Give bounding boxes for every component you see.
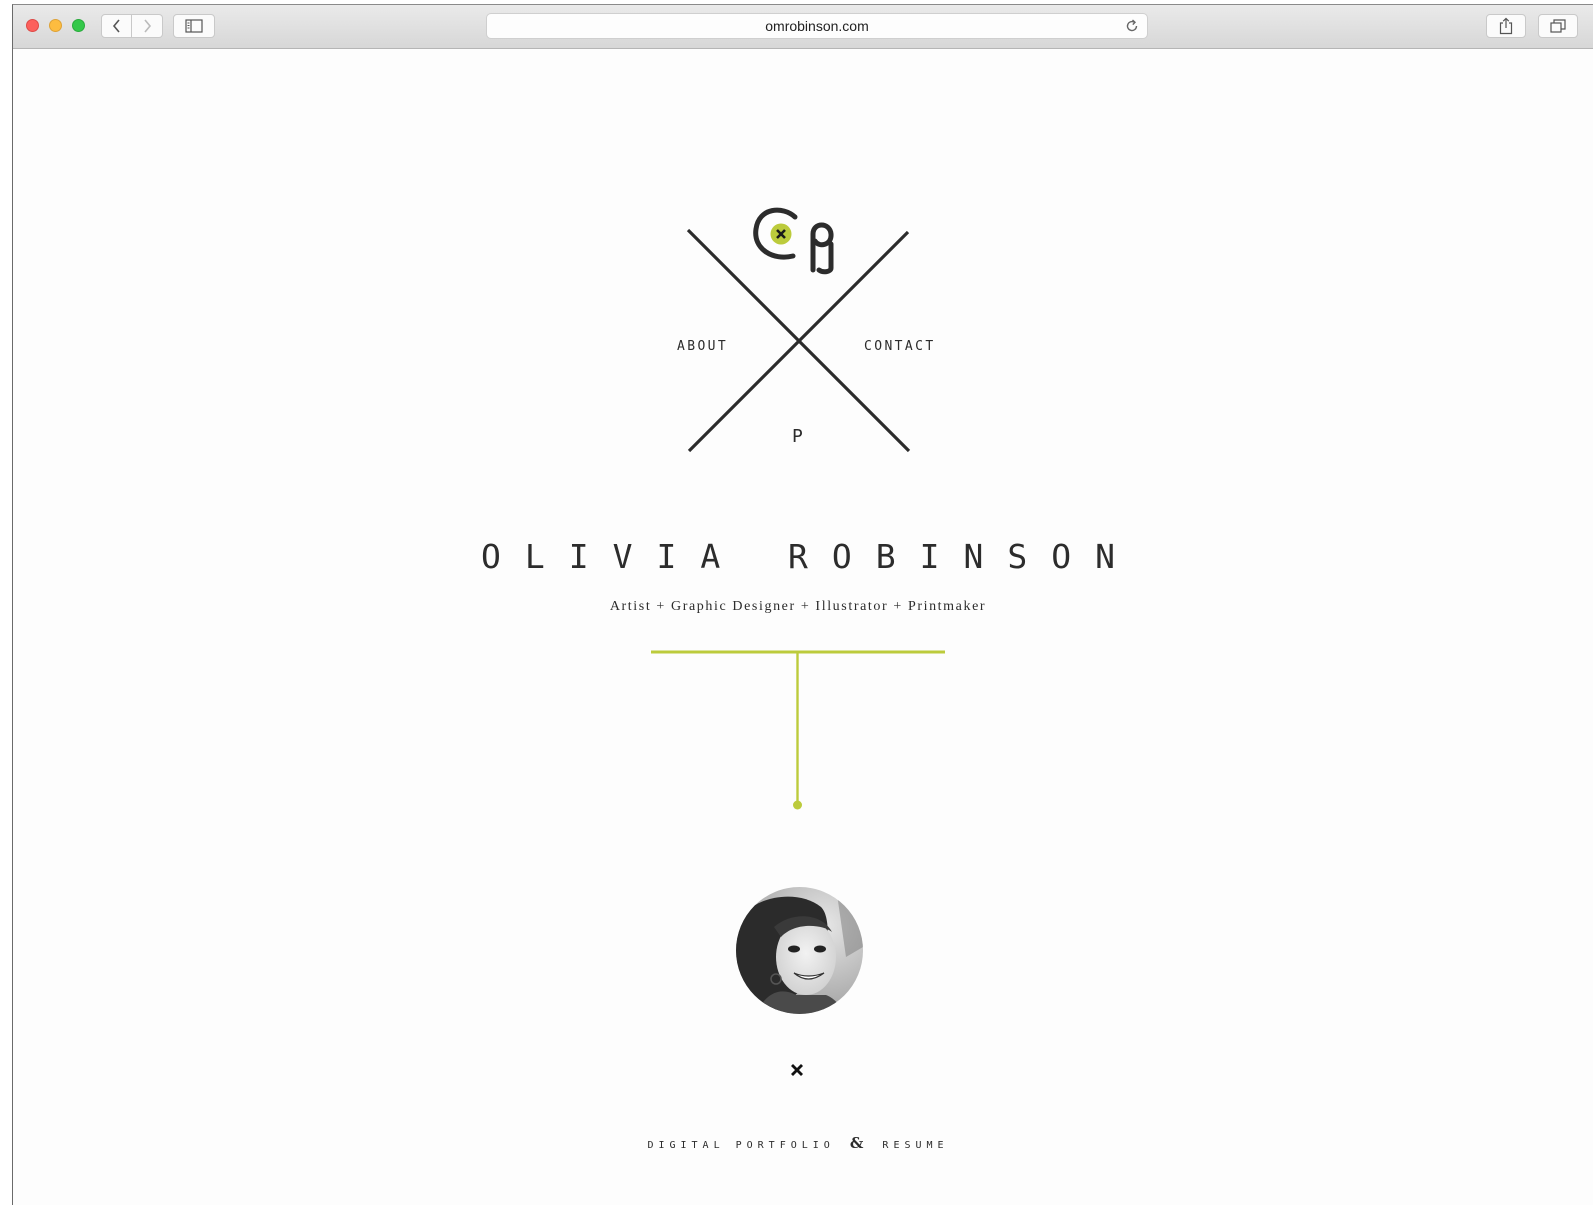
footer-text-left: DIGITAL PORTFOLIO: [647, 1140, 835, 1151]
page-title: OLIVIA ROBINSON: [480, 537, 1139, 576]
share-icon: [1499, 17, 1513, 35]
tabs-icon: [1550, 19, 1566, 33]
forward-button[interactable]: [132, 14, 163, 38]
back-button[interactable]: [101, 14, 132, 38]
nav-contact-link[interactable]: CONTACT: [864, 339, 936, 354]
page-subtitle: Artist + Graphic Designer + Illustrator …: [609, 599, 987, 614]
monogram-icon: [753, 207, 834, 275]
browser-toolbar: omrobinson.com: [13, 5, 1593, 49]
url-text: omrobinson.com: [765, 18, 869, 34]
sidebar-icon: [185, 19, 203, 33]
portrait-photo: [736, 887, 863, 1014]
footer-text-right: RESUME: [882, 1140, 949, 1151]
page-content: ABOUT CONTACT P OLIVIA ROBINSON Artist +…: [13, 49, 1593, 1205]
share-button[interactable]: [1486, 14, 1526, 38]
reload-icon[interactable]: [1123, 17, 1141, 35]
browser-window: omrobinson.com ABOUT CONTACT P OLIVIA RO…: [12, 4, 1593, 1205]
nav-about-link[interactable]: ABOUT: [677, 339, 728, 354]
close-icon: [791, 1064, 803, 1076]
chevron-left-icon: [112, 19, 120, 33]
sidebar-toggle-button[interactable]: [173, 14, 215, 38]
show-tabs-button[interactable]: [1538, 14, 1578, 38]
maximize-window-button[interactable]: [72, 19, 85, 32]
accent-dot: [793, 800, 802, 810]
close-window-button[interactable]: [26, 19, 39, 32]
avatar: [736, 887, 863, 1014]
chevron-right-icon: [144, 19, 152, 33]
logo-graphic: [651, 207, 945, 810]
minimize-window-button[interactable]: [49, 19, 62, 32]
footer-tagline: DIGITAL PORTFOLIO & RESUME: [13, 1134, 1583, 1152]
address-bar[interactable]: omrobinson.com: [486, 13, 1148, 39]
nav-portfolio-link[interactable]: P: [792, 426, 803, 447]
footer-ampersand: &: [849, 1134, 864, 1152]
